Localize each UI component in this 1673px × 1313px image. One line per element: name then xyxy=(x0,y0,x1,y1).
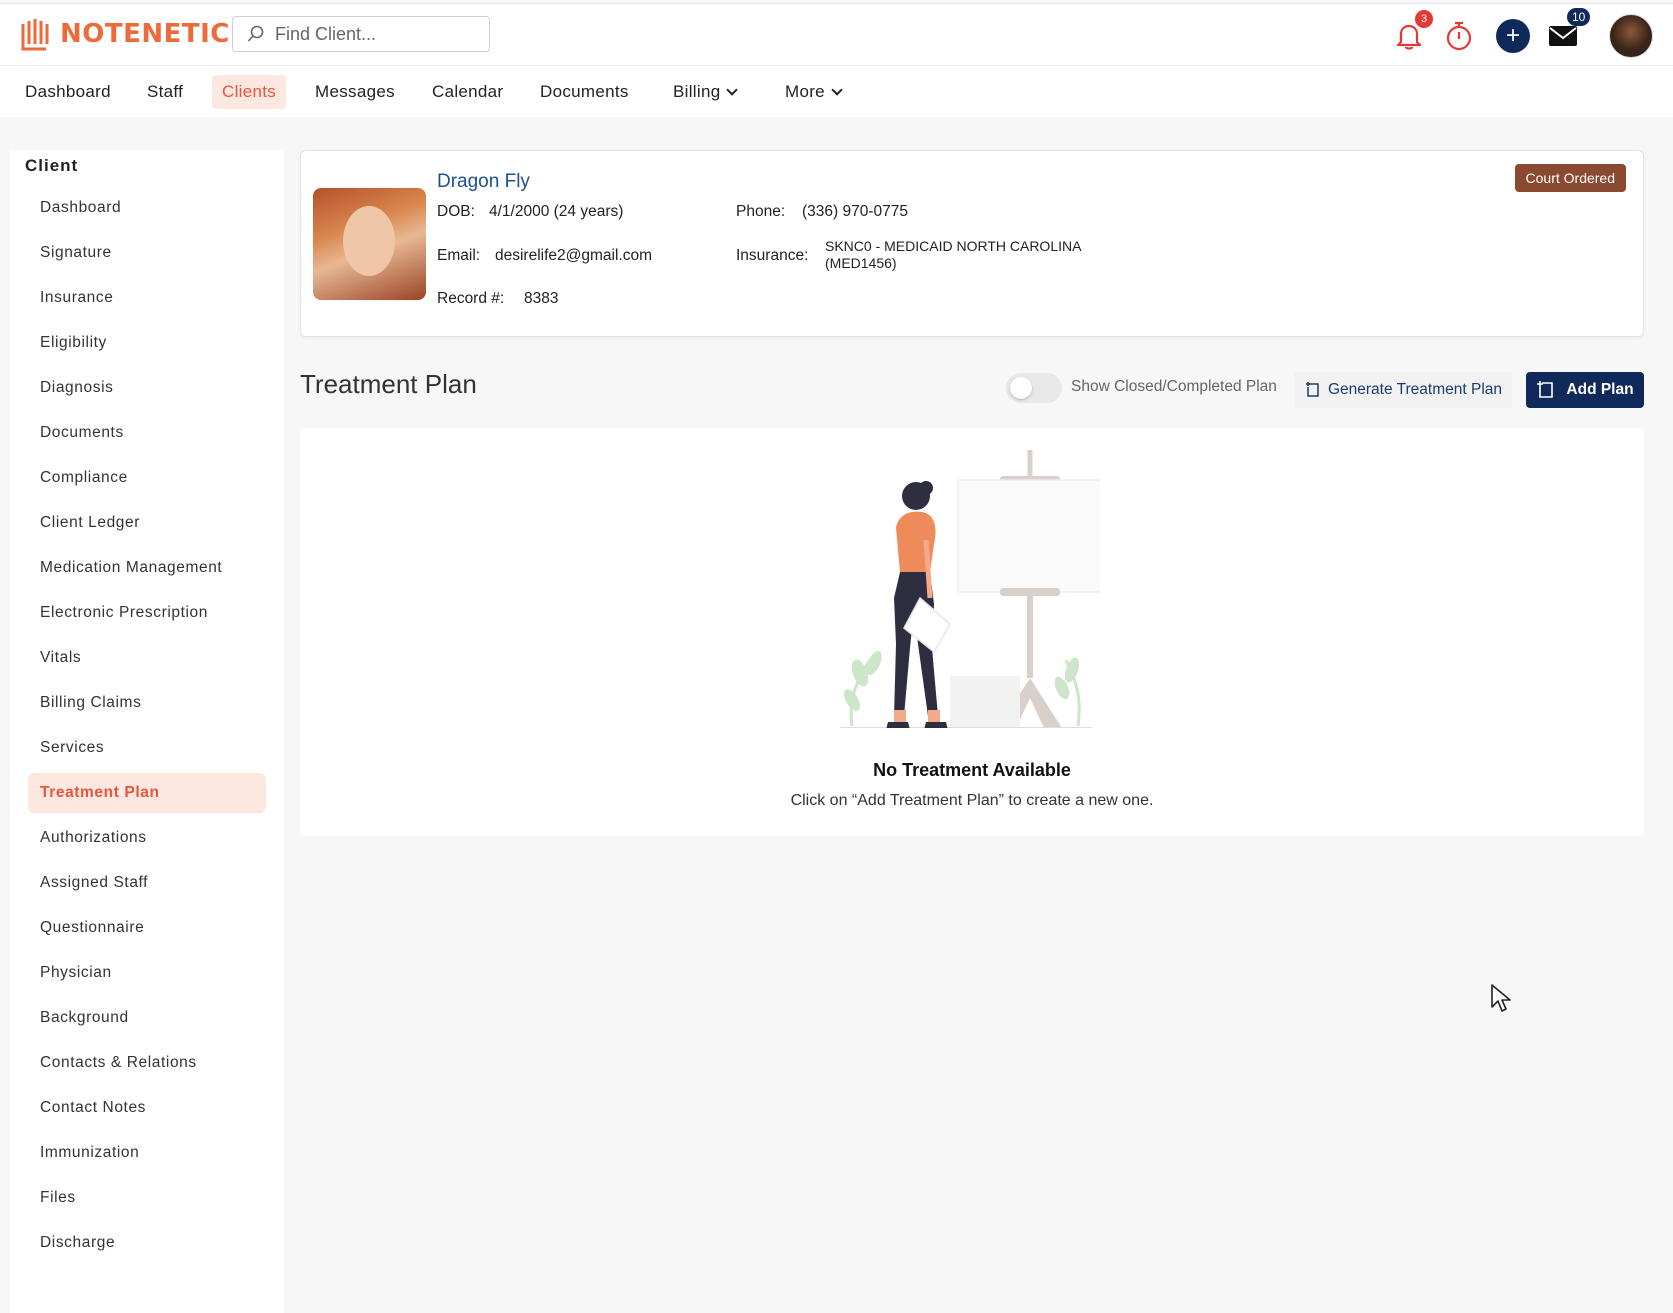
client-photo xyxy=(313,188,426,300)
sidebar-item-questionnaire[interactable]: Questionnaire xyxy=(28,908,266,948)
generate-plan-icon xyxy=(1305,382,1319,397)
nav-label: Clients xyxy=(222,82,277,101)
sidebar-item-insurance[interactable]: Insurance xyxy=(28,278,266,318)
sidebar-item-billing-claims[interactable]: Billing Claims xyxy=(28,683,266,723)
nav-clients[interactable]: Clients xyxy=(212,75,287,109)
empty-state-illustration xyxy=(840,450,1100,728)
treatment-plan-empty-state: No Treatment Available Click on “Add Tre… xyxy=(300,428,1644,836)
nav-label: Billing xyxy=(673,82,721,101)
client-face xyxy=(343,206,395,276)
app-logo[interactable]: NOTENETIC xyxy=(20,16,230,52)
nav-messages[interactable]: Messages xyxy=(305,75,405,109)
sidebar-item-vitals[interactable]: Vitals xyxy=(28,638,266,678)
toggle-knob xyxy=(1010,377,1032,399)
top-icons: 3 + 10 xyxy=(1373,8,1673,60)
sidebar-item-treatment-plan[interactable]: Treatment Plan xyxy=(28,773,266,813)
add-plan-label: Add Plan xyxy=(1566,381,1634,398)
sidebar-item-assigned-staff[interactable]: Assigned Staff xyxy=(28,863,266,903)
search-icon xyxy=(247,25,264,42)
top-bar: NOTENETIC 3 + xyxy=(0,3,1673,65)
sidebar-item-electronic-prescription[interactable]: Electronic Prescription xyxy=(28,593,266,633)
find-client-search[interactable] xyxy=(232,16,490,52)
phone-label: Phone: xyxy=(736,203,786,220)
sidebar-item-contacts-relations[interactable]: Contacts & Relations xyxy=(28,1043,266,1083)
nav-dashboard[interactable]: Dashboard xyxy=(15,75,121,109)
show-closed-toggle[interactable] xyxy=(1006,373,1062,403)
client-header-card: Dragon Fly DOB: 4/1/2000 (24 years) Emai… xyxy=(300,150,1644,337)
nav-label: Staff xyxy=(147,82,184,101)
user-avatar xyxy=(1609,14,1653,58)
sidebar-item-signature[interactable]: Signature xyxy=(28,233,266,273)
empty-state-title: No Treatment Available xyxy=(873,760,1071,780)
nav-label: More xyxy=(785,82,825,101)
nav-label: Calendar xyxy=(432,82,504,101)
notifications-button[interactable]: 3 xyxy=(1391,10,1433,54)
main-nav: Dashboard Staff Clients Messages Calenda… xyxy=(0,65,1673,117)
sidebar-title: Client xyxy=(25,156,79,175)
quick-add-button[interactable]: + xyxy=(1495,18,1531,54)
sidebar-item-immunization[interactable]: Immunization xyxy=(28,1133,266,1173)
sidebar-item-eligibility[interactable]: Eligibility xyxy=(28,323,266,363)
sidebar-item-services[interactable]: Services xyxy=(28,728,266,768)
chevron-down-icon xyxy=(726,84,739,96)
record-value: 8383 xyxy=(524,290,559,307)
sidebar-item-client-ledger[interactable]: Client Ledger xyxy=(28,503,266,543)
logo-text: NOTENETIC xyxy=(60,19,230,49)
user-menu[interactable] xyxy=(1609,14,1653,58)
nav-billing[interactable]: Billing xyxy=(663,75,746,109)
logo-icon xyxy=(21,19,49,51)
messages-badge: 10 xyxy=(1567,8,1591,26)
empty-state-subtitle: Click on “Add Treatment Plan” to create … xyxy=(790,792,1154,809)
notifications-badge: 3 xyxy=(1415,10,1433,28)
sidebar-item-files[interactable]: Files xyxy=(28,1178,266,1218)
sidebar-item-compliance[interactable]: Compliance xyxy=(28,458,266,498)
add-plan-icon xyxy=(1537,381,1554,398)
messages-button[interactable]: 10 xyxy=(1545,8,1591,54)
mouse-cursor-icon xyxy=(1491,984,1511,1012)
nav-calendar[interactable]: Calendar xyxy=(422,75,513,109)
email-value: desirelife2@gmail.com xyxy=(495,247,653,264)
record-label: Record #: xyxy=(437,290,505,307)
nav-more[interactable]: More xyxy=(775,75,851,109)
client-sidebar: Client Dashboard Signature Insurance Eli… xyxy=(10,150,284,1313)
insurance-label: Insurance: xyxy=(736,247,809,264)
phone-value: (336) 970-0775 xyxy=(802,203,908,220)
sidebar-item-discharge[interactable]: Discharge xyxy=(28,1223,266,1263)
sidebar-item-diagnosis[interactable]: Diagnosis xyxy=(28,368,266,408)
sidebar-item-physician[interactable]: Physician xyxy=(28,953,266,993)
sidebar-item-background[interactable]: Background xyxy=(28,998,266,1038)
nav-label: Dashboard xyxy=(25,82,111,101)
dob-value: 4/1/2000 (24 years) xyxy=(489,203,624,220)
page-title: Treatment Plan xyxy=(300,369,477,399)
sidebar-item-authorizations[interactable]: Authorizations xyxy=(28,818,266,858)
nav-label: Documents xyxy=(540,82,629,101)
generate-plan-label: Generate Treatment Plan xyxy=(1327,381,1503,398)
court-ordered-badge: Court Ordered xyxy=(1514,164,1626,192)
nav-label: Messages xyxy=(315,82,395,101)
client-name-link[interactable]: Dragon Fly xyxy=(437,171,530,193)
email-label: Email: xyxy=(437,247,481,264)
sidebar-item-contact-notes[interactable]: Contact Notes xyxy=(28,1088,266,1128)
sidebar-item-documents[interactable]: Documents xyxy=(28,413,266,453)
show-closed-label: Show Closed/Completed Plan xyxy=(1071,378,1277,395)
insurance-value-line1: SKNC0 - MEDICAID NORTH CAROLINA xyxy=(825,238,1082,254)
mail-icon xyxy=(1549,26,1577,46)
timer-icon xyxy=(1446,21,1472,51)
plus-icon: + xyxy=(1496,19,1530,53)
timer-button[interactable] xyxy=(1441,18,1477,54)
generate-treatment-plan-button[interactable]: Generate Treatment Plan xyxy=(1294,372,1512,408)
find-client-input[interactable] xyxy=(275,23,475,45)
sidebar-item-dashboard[interactable]: Dashboard xyxy=(28,188,266,228)
add-plan-button[interactable]: Add Plan xyxy=(1526,372,1644,408)
dob-label: DOB: xyxy=(437,203,475,220)
nav-documents[interactable]: Documents xyxy=(530,75,639,109)
chevron-down-icon xyxy=(831,84,843,96)
nav-staff[interactable]: Staff xyxy=(137,75,193,109)
sidebar-item-medication-management[interactable]: Medication Management xyxy=(28,548,266,588)
insurance-value-line2: (MED1456) xyxy=(825,255,897,271)
